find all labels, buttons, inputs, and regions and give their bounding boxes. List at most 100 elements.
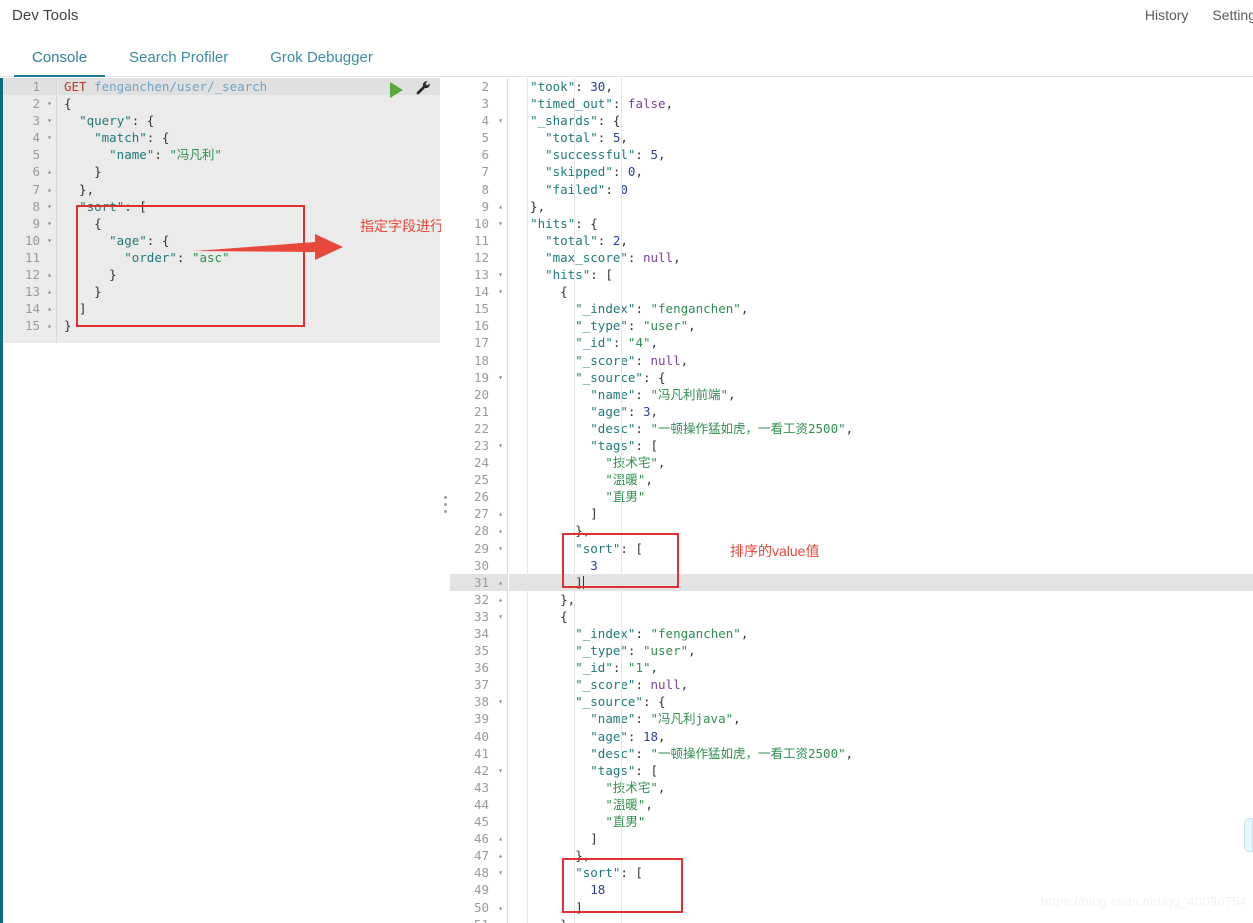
fold-toggle-icon[interactable]: ▾ (498, 693, 503, 710)
fold-toggle-icon[interactable]: ▾ (498, 266, 503, 283)
response-line-numbers[interactable]: 2 3 4 ▾ 5 6 7 8 9 ▴ 10 ▾ 11 12 13 ▾ 14 ▾ 15 16 17 18 19 ▾ 20 21 22… (450, 78, 508, 923)
line-number: 50 ▴ (473, 899, 503, 916)
fold-toggle-icon[interactable]: ▾ (47, 95, 52, 112)
line-number: 12 ▴ (24, 266, 52, 283)
code-line[interactable]: }, (58, 181, 440, 198)
fold-toggle-icon[interactable]: ▾ (47, 198, 52, 215)
pane-splitter[interactable] (441, 78, 450, 923)
line-number: 31 ▴ (450, 573, 507, 591)
request-line-numbers[interactable]: 1 2 ▾ 3 ▾ 4 ▾ 5 6 ▴ 7 ▴ 8 ▾ 9 ▾ 10 ▾ 11 12 ▴ 13 ▴ 14 ▴ 15 ▴ (3, 78, 57, 343)
fold-toggle-icon[interactable]: ▴ (498, 830, 503, 847)
play-icon[interactable] (390, 81, 403, 98)
fold-toggle-icon[interactable]: ▾ (498, 540, 503, 557)
fold-toggle-icon[interactable]: ▾ (498, 437, 503, 454)
fold-toggle-icon[interactable]: ▴ (498, 916, 503, 923)
wrench-icon[interactable] (415, 81, 432, 98)
code-line[interactable]: } (58, 163, 440, 180)
fold-toggle-icon[interactable]: ▴ (47, 317, 52, 334)
fold-toggle-icon[interactable]: ▾ (498, 762, 503, 779)
line-number: 45 (473, 814, 489, 830)
fold-toggle-icon[interactable]: ▴ (47, 300, 52, 317)
line-number: 2 (481, 79, 489, 94)
line-number: 10 ▾ (473, 215, 503, 232)
line-number: 32 ▴ (473, 591, 503, 608)
line-number: 18 (473, 352, 489, 368)
fold-toggle-icon[interactable]: ▾ (498, 112, 503, 129)
fold-toggle-icon[interactable]: ▴ (498, 574, 503, 591)
fold-toggle-icon[interactable]: ▴ (47, 163, 52, 180)
code-line[interactable]: } (58, 283, 440, 300)
fold-toggle-icon[interactable]: ▴ (498, 847, 503, 864)
code-line[interactable]: { (58, 95, 440, 112)
code-line[interactable]: "query": { (58, 112, 440, 129)
line-number: 44 (473, 796, 489, 812)
response-code[interactable]: "took": 30, "timed_out": false, "_shards… (509, 78, 1253, 923)
fold-toggle-icon[interactable]: ▾ (498, 215, 503, 232)
tab-console[interactable]: Console (14, 50, 106, 77)
settings-link[interactable]: Settings (1212, 7, 1253, 23)
fold-toggle-icon[interactable]: ▾ (47, 215, 52, 232)
line-number: 43 (473, 779, 489, 795)
fold-toggle-icon[interactable]: ▾ (47, 129, 52, 146)
line-number: 7 ▴ (32, 181, 52, 198)
code-line[interactable]: "match": { (58, 129, 440, 146)
line-number: 27 ▴ (473, 505, 503, 522)
fold-toggle-icon[interactable]: ▾ (47, 232, 52, 249)
line-number: 26 (473, 489, 489, 505)
code-line[interactable]: "order": "asc" (58, 249, 440, 266)
line-number: 9 ▾ (32, 215, 52, 232)
request-editor[interactable]: 1 2 ▾ 3 ▾ 4 ▾ 5 6 ▴ 7 ▴ 8 ▾ 9 ▾ 10 ▾ 11 12 ▴ 13 ▴ 14 ▴ 15 ▴ GET fe… (0, 78, 440, 923)
fold-toggle-icon[interactable]: ▴ (498, 899, 503, 916)
line-number: 24 (473, 455, 489, 471)
line-number: 36 (473, 660, 489, 676)
fold-toggle-icon[interactable]: ▴ (47, 266, 52, 283)
code-line[interactable]: ] (58, 300, 440, 317)
fold-toggle-icon[interactable]: ▴ (498, 198, 503, 215)
fold-toggle-icon[interactable]: ▴ (498, 522, 503, 539)
code-line[interactable]: GET fenganchen/user/_search (58, 78, 440, 96)
fold-toggle-icon[interactable]: ▾ (498, 369, 503, 386)
request-code[interactable]: GET fenganchen/user/_search{ "query": { … (58, 78, 440, 343)
line-number: 14 ▴ (24, 300, 52, 317)
line-number: 22 (473, 420, 489, 436)
tab-grok-debugger[interactable]: Grok Debugger (252, 50, 391, 76)
line-number: 4 ▾ (32, 129, 52, 146)
indent-guide (527, 78, 528, 923)
fold-toggle-icon[interactable]: ▾ (47, 112, 52, 129)
line-number: 35 (473, 643, 489, 659)
fold-toggle-icon[interactable]: ▾ (498, 864, 503, 881)
line-number: 5 (481, 130, 489, 146)
code-line[interactable]: } (58, 266, 440, 283)
line-number: 6 ▴ (32, 163, 52, 180)
line-number: 3 ▾ (32, 112, 52, 129)
line-number: 42 ▾ (473, 762, 503, 779)
line-number: 15 ▴ (24, 317, 52, 334)
line-number: 34 (473, 626, 489, 641)
line-number: 10 ▾ (24, 232, 52, 249)
side-panel-toggle[interactable] (1244, 818, 1253, 852)
line-number: 48 ▾ (473, 864, 503, 881)
line-number: 46 ▴ (473, 830, 503, 847)
line-number: 20 (473, 386, 489, 402)
line-number: 1 (3, 78, 56, 96)
response-editor[interactable]: 2 3 4 ▾ 5 6 7 8 9 ▴ 10 ▾ 11 12 13 ▾ 14 ▾ 15 16 17 18 19 ▾ 20 21 22… (450, 78, 1253, 923)
tab-search-profiler[interactable]: Search Profiler (111, 50, 246, 76)
fold-toggle-icon[interactable]: ▴ (498, 591, 503, 608)
fold-toggle-icon[interactable]: ▴ (498, 505, 503, 522)
code-line[interactable]: } (58, 317, 440, 334)
line-number: 49 (473, 882, 489, 898)
text-cursor (582, 575, 584, 589)
tab-bar: Console Search Profiler Grok Debugger (0, 34, 1253, 77)
code-line[interactable]: "sort": [ (58, 198, 440, 215)
line-number: 41 (473, 745, 489, 761)
code-line[interactable]: "name": "冯凡利" (58, 146, 440, 163)
history-link[interactable]: History (1145, 7, 1189, 23)
line-number: 2 ▾ (32, 95, 52, 112)
fold-toggle-icon[interactable]: ▾ (498, 608, 503, 625)
fold-toggle-icon[interactable]: ▴ (47, 181, 52, 198)
line-number: 3 (481, 96, 489, 112)
line-number: 21 (473, 403, 489, 419)
fold-toggle-icon[interactable]: ▴ (47, 283, 52, 300)
line-number: 29 ▾ (473, 540, 503, 557)
fold-toggle-icon[interactable]: ▾ (498, 283, 503, 300)
